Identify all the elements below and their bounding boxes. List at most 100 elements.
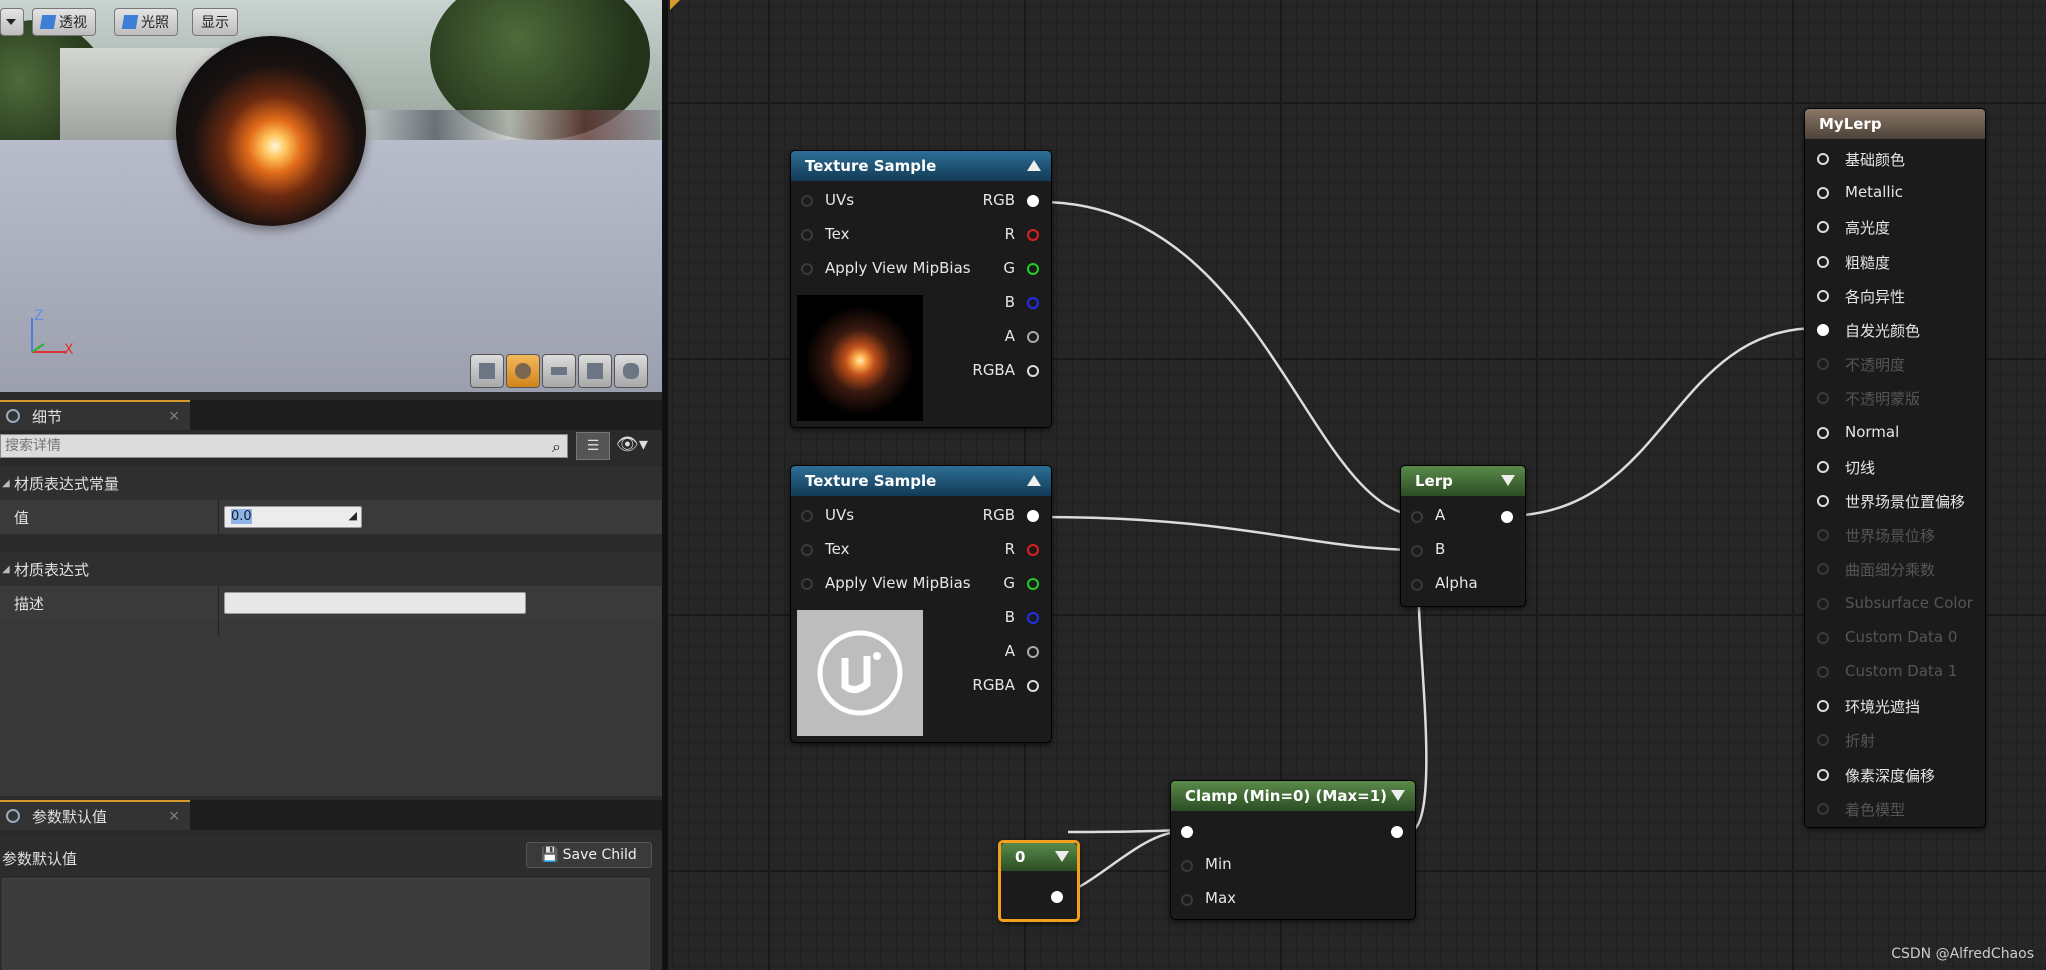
result-pin-label: Normal — [1845, 422, 1900, 441]
expand-icon[interactable] — [1391, 790, 1405, 801]
chevron-down-icon — [6, 19, 16, 25]
lerp-output-pin[interactable] — [1501, 511, 1513, 523]
preview-sphere — [176, 36, 366, 226]
result-input-pin[interactable] — [1817, 358, 1829, 371]
constant-node-selected[interactable]: 0 — [998, 840, 1080, 922]
result-input-pin[interactable] — [1817, 221, 1829, 234]
result-input-pin[interactable] — [1817, 460, 1829, 473]
collapse-icon[interactable] — [1027, 475, 1041, 486]
result-input-pin[interactable] — [1817, 324, 1829, 336]
category-material-expression[interactable]: 材质表达式 ◢ — [0, 552, 662, 586]
mylerp-result-node[interactable]: MyLerp 基础颜色 Metallic 高光度 粗糙度 各向异性 自发光颜色 不透明度 不透… — [1804, 108, 1986, 828]
result-input-pin[interactable] — [1817, 700, 1829, 713]
result-pin-label: 折射 — [1845, 732, 1876, 751]
value-field[interactable]: 0.0 ◢ — [224, 506, 362, 528]
close-icon[interactable]: × — [168, 808, 180, 824]
result-input-pin[interactable] — [1817, 666, 1829, 678]
search-input[interactable] — [1, 435, 539, 457]
result-input-pin[interactable] — [1817, 426, 1829, 439]
result-pin-label: Custom Data 0 — [1845, 627, 1958, 646]
plane-preview-button[interactable] — [542, 354, 576, 388]
cube-icon — [587, 363, 603, 379]
result-input-pin[interactable] — [1817, 768, 1829, 781]
uvs-input-pin[interactable] — [801, 195, 813, 207]
clamp-min-input-pin[interactable] — [1181, 860, 1193, 872]
teapot-preview-button[interactable] — [614, 354, 648, 388]
clamp-node[interactable]: Clamp (Min=0) (Max=1) Min Max — [1170, 780, 1416, 920]
drag-arrow-icon: ◢ — [348, 509, 357, 522]
result-pin-label: 高光度 — [1845, 219, 1891, 238]
tab-details[interactable]: 细节 × — [0, 400, 190, 430]
lerp-node[interactable]: Lerp A B Alpha — [1400, 465, 1526, 607]
lerp-b-input-pin[interactable] — [1411, 545, 1423, 557]
result-input-pin[interactable] — [1817, 529, 1829, 542]
params-tab-strip: 参数默认值 × — [0, 800, 662, 830]
params-list-area — [2, 878, 650, 970]
texture-sample-node-1[interactable]: Texture Sample UVs Tex Apply View MipBia… — [790, 150, 1052, 428]
sphere-preview-button[interactable] — [506, 354, 540, 388]
eye-visibility-icon[interactable]: 👁▾ — [616, 434, 648, 455]
preview-viewport[interactable]: 透视 光照 显示 Z X — [0, 0, 662, 392]
magnifier-icon — [6, 809, 20, 823]
g-output-pin[interactable] — [1027, 578, 1039, 590]
result-input-pin[interactable] — [1817, 289, 1829, 302]
node-header: Clamp (Min=0) (Max=1) — [1171, 781, 1415, 811]
mipbias-input-pin[interactable] — [801, 578, 813, 590]
viewport-menu-button[interactable] — [0, 8, 24, 36]
details-tab-strip: 细节 × — [0, 400, 662, 430]
rgba-output-pin[interactable] — [1027, 365, 1039, 377]
result-input-pin[interactable] — [1817, 255, 1829, 268]
b-output-pin[interactable] — [1027, 297, 1039, 309]
tex-input-pin[interactable] — [801, 229, 813, 241]
perspective-button[interactable]: 透视 — [32, 8, 96, 36]
description-field[interactable] — [224, 592, 526, 614]
texture-sample-node-2[interactable]: Texture Sample UVs Tex Apply View MipBia… — [790, 465, 1052, 743]
lit-button[interactable]: 光照 — [114, 8, 178, 36]
lerp-a-input-pin[interactable] — [1411, 511, 1423, 523]
axis-x-label: X — [64, 342, 74, 358]
rgb-output-pin[interactable] — [1027, 510, 1039, 522]
result-input-pin[interactable] — [1817, 187, 1829, 200]
close-icon[interactable]: × — [168, 408, 180, 424]
list-view-icon[interactable]: ☰ — [576, 432, 610, 460]
g-output-pin[interactable] — [1027, 263, 1039, 275]
material-graph[interactable]: Texture Sample UVs Tex Apply View MipBia… — [662, 0, 2046, 970]
expand-icon[interactable] — [1501, 475, 1515, 486]
b-output-pin[interactable] — [1027, 612, 1039, 624]
result-input-pin[interactable] — [1817, 392, 1829, 405]
search-icon[interactable]: ⌕ — [552, 437, 561, 457]
result-input-pin[interactable] — [1817, 631, 1829, 644]
r-output-pin[interactable] — [1027, 544, 1039, 556]
save-child-button[interactable]: 💾 Save Child — [526, 842, 652, 868]
rgba-output-pin[interactable] — [1027, 680, 1039, 692]
cube-preview-button[interactable] — [578, 354, 612, 388]
result-input-pin[interactable] — [1817, 597, 1829, 610]
result-input-pin[interactable] — [1817, 563, 1829, 576]
result-input-pin[interactable] — [1817, 802, 1829, 815]
expand-icon[interactable] — [1055, 851, 1069, 862]
rgb-output-pin[interactable] — [1027, 195, 1039, 207]
result-input-pin[interactable] — [1817, 734, 1829, 747]
cylinder-preview-button[interactable] — [470, 354, 504, 388]
teapot-icon — [623, 363, 639, 379]
lerp-alpha-input-pin[interactable] — [1411, 579, 1423, 591]
collapse-icon[interactable] — [1027, 160, 1041, 171]
r-output-pin[interactable] — [1027, 229, 1039, 241]
uvs-input-pin[interactable] — [801, 510, 813, 522]
node-header: MyLerp — [1805, 109, 1985, 139]
tex-input-pin[interactable] — [801, 544, 813, 556]
tab-parameter-defaults[interactable]: 参数默认值 × — [0, 800, 190, 830]
plane-icon — [551, 367, 567, 375]
result-input-pin[interactable] — [1817, 153, 1829, 165]
show-button[interactable]: 显示 — [192, 8, 238, 36]
mipbias-input-pin[interactable] — [801, 263, 813, 275]
a-output-pin[interactable] — [1027, 331, 1039, 343]
clamp-max-input-pin[interactable] — [1181, 894, 1193, 906]
clamp-value-input-pin[interactable] — [1181, 826, 1193, 838]
constant-output-pin[interactable] — [1051, 891, 1063, 903]
a-output-pin[interactable] — [1027, 646, 1039, 658]
category-material-expression-constant[interactable]: 材质表达式常量 ◢ — [0, 466, 662, 500]
clamp-output-pin[interactable] — [1391, 826, 1403, 838]
result-input-pin[interactable] — [1817, 495, 1829, 507]
node-header: Texture Sample — [791, 466, 1051, 496]
